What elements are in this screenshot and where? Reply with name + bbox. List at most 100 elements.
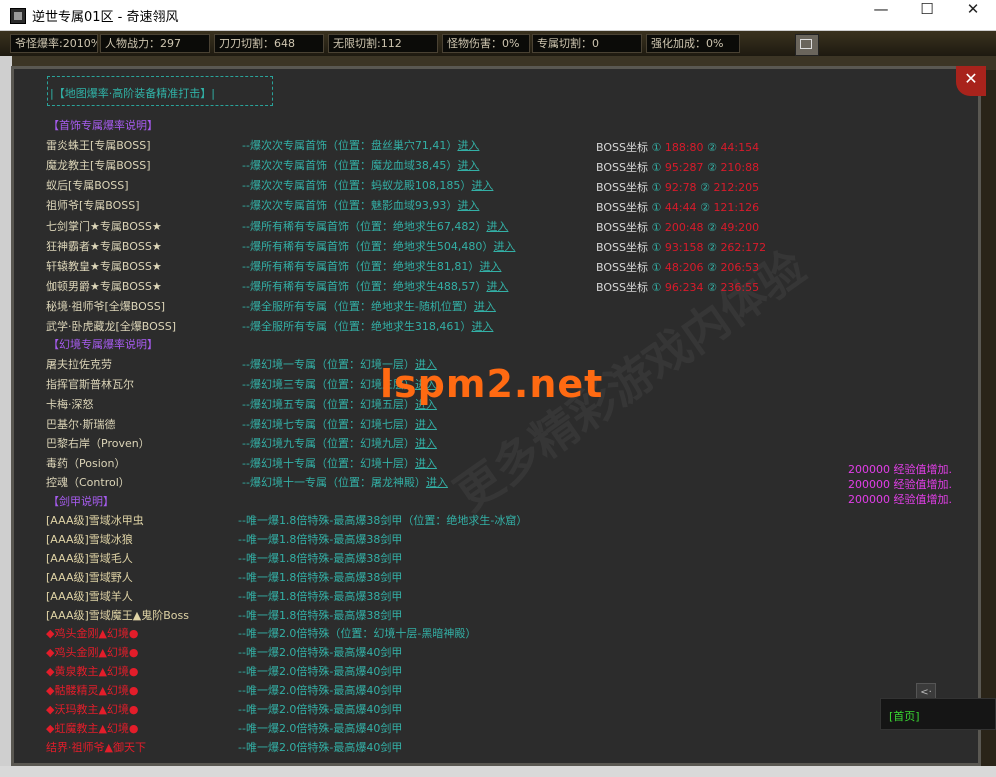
boss-coord-row: BOSS坐标 ① 48:206 ② 206:53 xyxy=(596,261,760,274)
sword-drop-desc: --唯一爆1.8倍特殊-最高爆38剑甲（位置：绝地求生-冰窟） xyxy=(238,514,528,527)
boss-coord-2: 212:205 xyxy=(713,181,760,194)
boss-coord-row: BOSS坐标 ① 96:234 ② 236:55 xyxy=(596,281,760,294)
enter-link[interactable]: 进入 xyxy=(486,220,508,233)
home-button[interactable]: [首页] xyxy=(880,698,996,730)
boss-coord-1: 93:158 xyxy=(664,241,704,254)
app-icon xyxy=(10,8,26,24)
enter-link[interactable]: 进入 xyxy=(479,260,501,273)
enter-link[interactable]: 进入 xyxy=(415,457,437,470)
boss-coord-1: 188:80 xyxy=(664,141,704,154)
boss-name: 毒药（Posion） xyxy=(46,457,126,470)
enter-link[interactable]: 进入 xyxy=(471,320,493,333)
sword-drop-desc: --唯一爆1.8倍特殊-最高爆38剑甲 xyxy=(238,590,403,603)
sword-boss-name: [AAA级]雪域野人 xyxy=(46,571,133,584)
sword-drop-desc: --唯一爆1.8倍特殊-最高爆38剑甲 xyxy=(238,533,403,546)
sword-boss-name: [AAA级]雪域魔王▲鬼阶Boss xyxy=(46,609,189,622)
special-drop-desc: --唯一爆2.0倍特殊-最高爆40剑甲 xyxy=(238,646,403,659)
boss-coord-2: 236:55 xyxy=(720,281,760,294)
boss-coord-1: 92:78 xyxy=(664,181,697,194)
boss-drop-desc: --爆次次专属首饰（位置：魔龙血域38,45）进入 xyxy=(242,159,480,172)
special-drop-desc: --唯一爆2.0倍特殊-最高爆40剑甲 xyxy=(238,684,403,697)
boss-coord-row: BOSS坐标 ① 93:158 ② 262:172 xyxy=(596,241,767,254)
boss-coord-2: 206:53 xyxy=(720,261,760,274)
special-boss-name: ◆虹魔教主▲幻境● xyxy=(46,722,139,735)
enter-link[interactable]: 进入 xyxy=(415,418,437,431)
boss-drop-desc: --爆所有稀有专属首饰（位置：绝地求生488,57）进入 xyxy=(242,280,509,293)
boss-name: 控魂（Control） xyxy=(46,476,130,489)
special-boss-name: ◆鸡头金刚▲幻境● xyxy=(46,627,139,640)
stat-enhance-bonus: 强化加成：0% xyxy=(646,34,740,53)
boss-name: 祖师爷[专属BOSS] xyxy=(46,199,140,212)
special-boss-name: ◆黄泉教主▲幻境● xyxy=(46,665,139,678)
special-boss-name: 结界·祖师爷▲御天下 xyxy=(46,741,146,754)
boss-drop-desc: --爆次次专属首饰（位置：魅影血域93,93）进入 xyxy=(242,199,480,212)
boss-coord-row: BOSS坐标 ① 200:48 ② 49:200 xyxy=(596,221,760,234)
special-boss-name: ◆沃玛教主▲幻境● xyxy=(46,703,139,716)
sword-boss-name: [AAA级]雪域羊人 xyxy=(46,590,133,603)
maximize-button[interactable]: ☐ xyxy=(904,0,950,30)
boss-name: 屠夫拉佐克劳 xyxy=(46,358,112,371)
boss-drop-desc: --爆全服所有专属（位置：绝地求生-随机位置）进入 xyxy=(242,300,496,313)
boss-coord-2: 262:172 xyxy=(720,241,767,254)
special-boss-name: ◆鸡头金刚▲幻境● xyxy=(46,646,139,659)
enter-link[interactable]: 进入 xyxy=(486,280,508,293)
desktop-taskbar-edge xyxy=(0,766,996,777)
enter-link[interactable]: 进入 xyxy=(457,139,479,152)
boss-name: 指挥官斯普林瓦尔 xyxy=(46,378,134,391)
special-drop-desc: --唯一爆2.0倍特殊-最高爆40剑甲 xyxy=(238,741,403,754)
boss-drop-desc: --爆所有稀有专属首饰（位置：绝地求生67,482）进入 xyxy=(242,220,509,233)
close-window-button[interactable]: ✕ xyxy=(950,0,996,30)
enter-link[interactable]: 进入 xyxy=(457,159,479,172)
enter-link[interactable]: 进入 xyxy=(493,240,515,253)
boss-coord-1: 95:287 xyxy=(664,161,704,174)
enter-link[interactable]: 进入 xyxy=(415,437,437,450)
exp-message: 200000 经验值增加. xyxy=(848,478,952,491)
minimize-button[interactable]: — xyxy=(858,0,904,30)
category-sword-armor: 【剑甲说明】 xyxy=(48,495,114,508)
boss-drop-desc: --爆全服所有专属（位置：绝地求生318,461）进入 xyxy=(242,320,494,333)
boss-drop-desc: --爆次次专属首饰（位置：盘丝巢穴71,41）进入 xyxy=(242,139,480,152)
special-drop-desc: --唯一爆2.0倍特殊-最高爆40剑甲 xyxy=(238,703,403,716)
enter-link[interactable]: 进入 xyxy=(474,300,496,313)
boss-drop-desc: --爆所有稀有专属首饰（位置：绝地求生81,81）进入 xyxy=(242,260,502,273)
stat-blade-cut: 刀刀切割：648 xyxy=(214,34,324,53)
enter-link[interactable]: 进入 xyxy=(426,476,448,489)
menu-icon[interactable] xyxy=(795,34,819,56)
window-title: 逆世专属01区 - 奇速翎风 xyxy=(32,10,179,25)
boss-coord-2: 210:88 xyxy=(720,161,760,174)
boss-name: 雷炎蛛王[专属BOSS] xyxy=(46,139,151,152)
boss-name: 蚁后[专属BOSS] xyxy=(46,179,129,192)
boss-name: 武学·卧虎藏龙[全爆BOSS] xyxy=(46,320,177,333)
stat-combat-power: 人物战力：297 xyxy=(100,34,210,53)
boss-coord-1: 200:48 xyxy=(664,221,704,234)
boss-coord-row: BOSS坐标 ① 92:78 ② 212:205 xyxy=(596,181,760,194)
category-accessory: 【首饰专属爆率说明】 xyxy=(48,119,158,132)
boss-name: 巴基尔·斯瑞德 xyxy=(46,418,116,431)
title-bar: 逆世专属01区 - 奇速翎风 — ☐ ✕ xyxy=(0,0,996,31)
boss-name: 狂神霸者★专属BOSS★ xyxy=(46,240,162,253)
boss-coord-row: BOSS坐标 ① 44:44 ② 121:126 xyxy=(596,201,760,214)
special-drop-desc: --唯一爆2.0倍特殊-最高爆40剑甲 xyxy=(238,722,403,735)
special-drop-desc: --唯一爆2.0倍特殊（位置：幻境十层-黑暗神殿） xyxy=(238,627,477,640)
stat-drop-rate: 爷怪爆率:2010% xyxy=(10,34,98,53)
panel-header: |【地图爆率·高阶装备精准打击】| xyxy=(50,87,215,100)
panel-close-button[interactable]: ✕ xyxy=(956,66,986,96)
site-watermark: lspm2.net xyxy=(380,362,604,406)
stats-bar: 爷怪爆率:2010% 人物战力：297 刀刀切割：648 无限切割:112 怪物… xyxy=(0,31,996,57)
sword-boss-name: [AAA级]雪域毛人 xyxy=(46,552,133,565)
boss-coord-1: 44:44 xyxy=(664,201,697,214)
boss-coord-1: 96:234 xyxy=(664,281,704,294)
stat-monster-damage: 怪物伤害：0% xyxy=(442,34,530,53)
sword-drop-desc: --唯一爆1.8倍特殊-最高爆38剑甲 xyxy=(238,571,403,584)
boss-name: 轩辕教皇★专属BOSS★ xyxy=(46,260,162,273)
boss-drop-desc: --爆幻境十专属（位置：幻境十层）进入 xyxy=(242,457,437,470)
boss-name: 伽顿男爵★专属BOSS★ xyxy=(46,280,162,293)
special-drop-desc: --唯一爆2.0倍特殊-最高爆40剑甲 xyxy=(238,665,403,678)
boss-name: 秘境·祖师爷[全爆BOSS] xyxy=(46,300,166,313)
enter-link[interactable]: 进入 xyxy=(457,199,479,212)
boss-coord-row: BOSS坐标 ① 95:287 ② 210:88 xyxy=(596,161,760,174)
boss-coord-2: 121:126 xyxy=(713,201,760,214)
enter-link[interactable]: 进入 xyxy=(471,179,493,192)
drop-rate-panel xyxy=(11,66,981,766)
boss-coord-2: 49:200 xyxy=(720,221,760,234)
